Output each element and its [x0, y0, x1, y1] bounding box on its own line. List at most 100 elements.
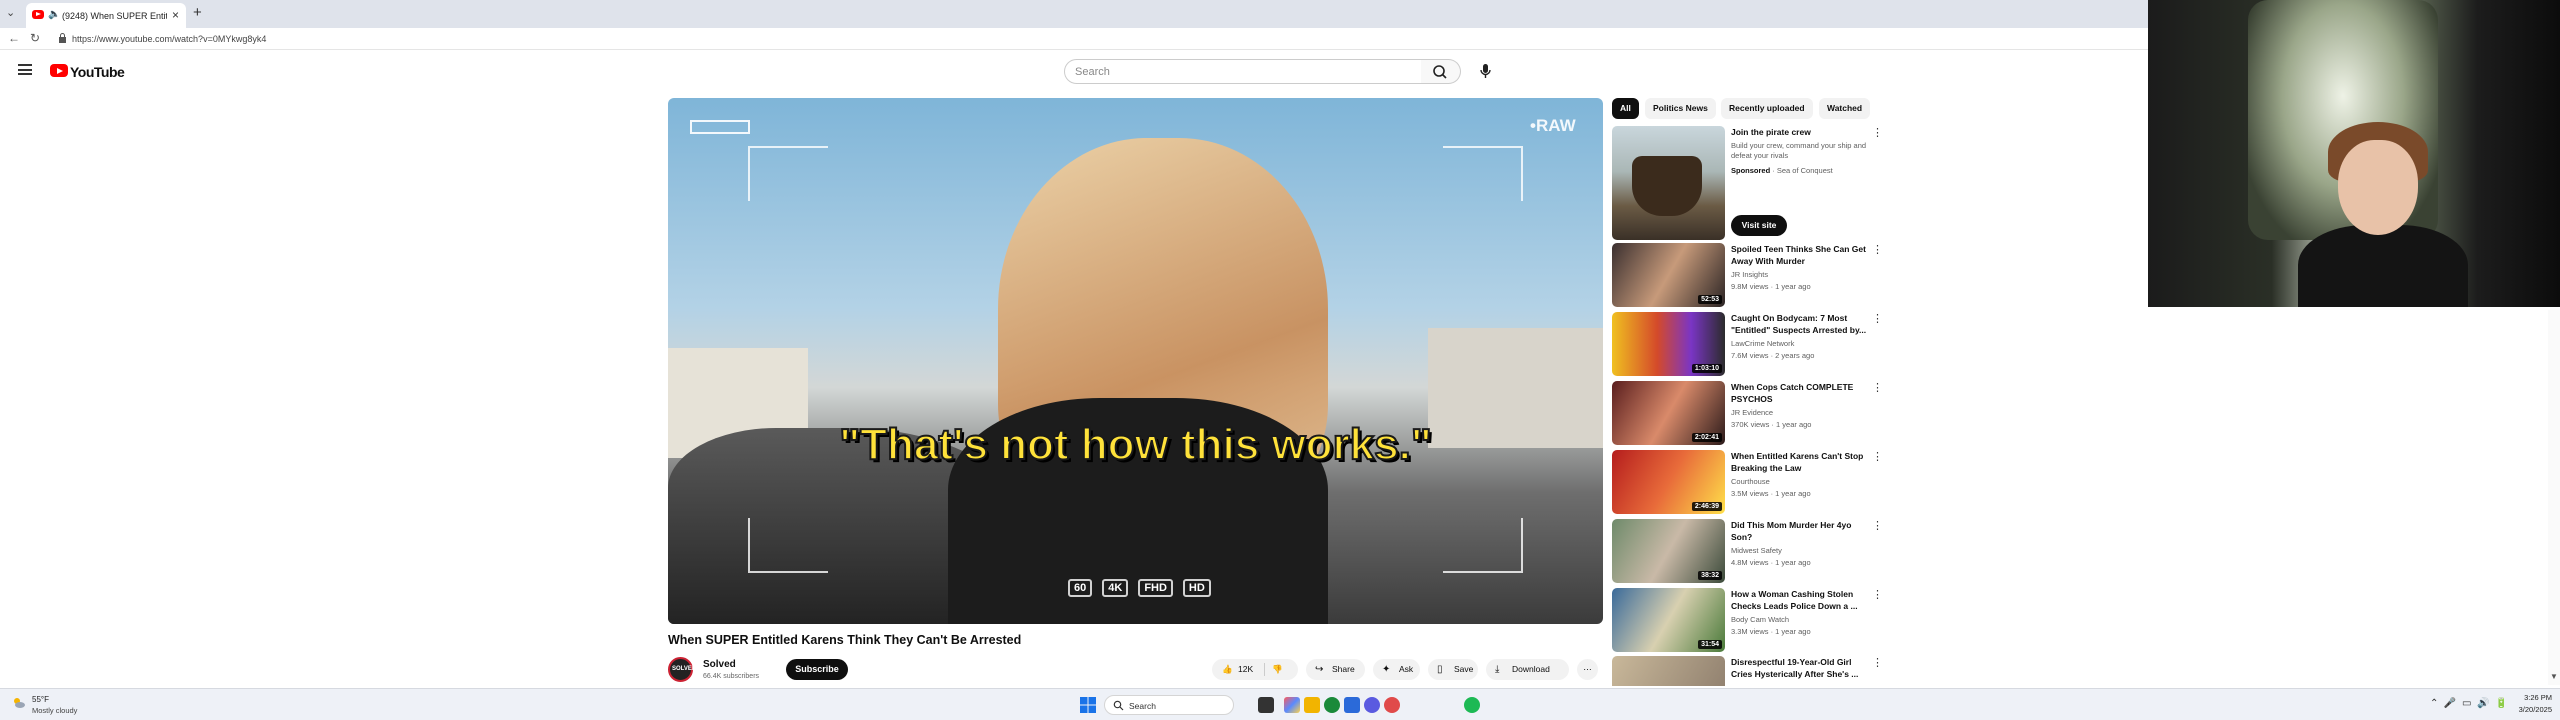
ad-title[interactable]: Join the pirate crew: [1731, 127, 1811, 137]
recommendation-channel[interactable]: JR Insights: [1731, 270, 1768, 279]
speaker-icon[interactable]: 🔈: [48, 9, 60, 20]
raw-overlay-label: •RAW: [1530, 116, 1576, 135]
save-label: Save: [1454, 664, 1474, 674]
ad-ship-image: [1632, 156, 1702, 216]
taskbar-search[interactable]: Search: [1104, 695, 1234, 715]
close-tab-icon[interactable]: ×: [172, 8, 179, 22]
overlay-badge: 4K: [1102, 579, 1129, 597]
system-tray[interactable]: ⌃ 🎤 ▭ 🔊 🔋: [2430, 698, 2507, 709]
recommendation-title[interactable]: When Entitled Karens Can't Stop Breaking…: [1731, 450, 1871, 474]
more-vertical-icon[interactable]: ⋮: [1872, 126, 1883, 139]
file-explorer-icon[interactable]: [1304, 697, 1320, 713]
more-vertical-icon[interactable]: ⋮: [1872, 312, 1883, 325]
chip-recently-uploaded[interactable]: Recently uploaded: [1721, 98, 1813, 119]
like-icon[interactable]: 👍: [1222, 659, 1233, 680]
ask-button[interactable]: ✦ Ask: [1373, 659, 1420, 680]
youtube-favicon-icon: [32, 10, 44, 19]
recommendation-title[interactable]: How a Woman Cashing Stolen Checks Leads …: [1731, 588, 1871, 612]
tab-list-icon[interactable]: ⌄: [6, 6, 15, 19]
search-icon: [1113, 700, 1124, 711]
more-vertical-icon[interactable]: ⋮: [1872, 381, 1883, 394]
recommendation-channel[interactable]: Courthouse: [1731, 477, 1770, 486]
cloud-sun-icon: [14, 698, 25, 708]
url-field[interactable]: https://www.youtube.com/watch?v=0MYkwg8y…: [72, 34, 266, 44]
recommendation-item[interactable]: 1:03:10 Caught On Bodycam: 7 Most "Entit…: [1612, 312, 1883, 378]
chrome-icon[interactable]: [1324, 697, 1340, 713]
clock[interactable]: 3:26 PM 3/20/2025: [2504, 693, 2552, 714]
page-scrollbar[interactable]: [2548, 310, 2560, 685]
share-button[interactable]: ↪ Share: [1306, 659, 1365, 680]
more-vertical-icon[interactable]: ⋮: [1872, 243, 1883, 256]
channel-avatar[interactable]: SOLVED: [668, 657, 697, 682]
more-horizontal-icon: ⋯: [1583, 664, 1592, 674]
recommendation-title[interactable]: When Cops Catch COMPLETE PSYCHOS: [1731, 381, 1871, 405]
more-actions-button[interactable]: ⋯: [1577, 659, 1598, 680]
download-button[interactable]: ⤓ Download: [1486, 659, 1569, 680]
weather-condition: Mostly cloudy: [32, 706, 78, 715]
windows-start-icon[interactable]: [1080, 697, 1096, 713]
recommendation-title[interactable]: Disrespectful 19-Year-Old Girl Cries Hys…: [1731, 656, 1871, 680]
channel-avatar-text: SOLVED: [672, 666, 697, 672]
channel-name[interactable]: Solved: [703, 659, 736, 670]
menu-icon[interactable]: [18, 64, 32, 75]
store-icon[interactable]: [1344, 697, 1360, 713]
chip-all[interactable]: All: [1612, 98, 1639, 119]
reload-icon[interactable]: ↻: [30, 31, 40, 45]
more-vertical-icon[interactable]: ⋮: [1872, 588, 1883, 601]
ad-thumbnail[interactable]: [1612, 126, 1725, 240]
chip-watched[interactable]: Watched: [1819, 98, 1871, 119]
ad-advertiser: Sea of Conquest: [1776, 166, 1833, 175]
like-count[interactable]: 12K: [1238, 659, 1253, 680]
recommendation-meta: 7.6M views · 2 years ago: [1731, 351, 1815, 360]
app-icon[interactable]: [1384, 697, 1400, 713]
visit-site-button[interactable]: Visit site: [1731, 215, 1787, 236]
sponsored-label: Sponsored: [1731, 166, 1771, 175]
more-vertical-icon[interactable]: ⋮: [1872, 656, 1882, 669]
chip-politics-news[interactable]: Politics News: [1645, 98, 1716, 119]
recommendation-thumbnail[interactable]: 2:46:39: [1612, 450, 1725, 514]
sparkle-icon: ✦: [1382, 664, 1391, 675]
video-player[interactable]: •RAW "That's not how this works." 60 4K FH…: [668, 98, 1603, 624]
recommendation-channel[interactable]: Midwest Safety: [1731, 546, 1782, 555]
task-view-icon[interactable]: [1258, 697, 1274, 713]
recommendation-thumbnail[interactable]: 31:54: [1612, 588, 1725, 652]
dislike-icon[interactable]: 👎: [1272, 659, 1283, 680]
new-tab-button[interactable]: +: [193, 4, 202, 21]
recommendation-channel[interactable]: JR Evidence: [1731, 408, 1773, 417]
youtube-logo-text[interactable]: YouTube: [70, 64, 125, 80]
teams-icon[interactable]: [1364, 697, 1380, 713]
more-vertical-icon[interactable]: ⋮: [1872, 450, 1883, 463]
recommendation-title[interactable]: Spoiled Teen Thinks She Can Get Away Wit…: [1731, 243, 1871, 267]
recommendation-item[interactable]: 2:02:41 When Cops Catch COMPLETE PSYCHOS…: [1612, 381, 1883, 447]
recommendation-thumbnail[interactable]: 1:03:10: [1612, 312, 1725, 376]
recommendation-item[interactable]: 31:54 How a Woman Cashing Stolen Checks …: [1612, 588, 1883, 654]
recommendation-thumbnail[interactable]: [1612, 656, 1725, 686]
microphone-icon: [1480, 64, 1491, 78]
webcam-person-face: [2338, 140, 2418, 235]
copilot-icon[interactable]: [1284, 697, 1300, 713]
recommendation-item[interactable]: 38:32 Did This Mom Murder Her 4yo Son? M…: [1612, 519, 1883, 585]
weather-temperature: 55°F: [32, 695, 49, 704]
recommendation-channel[interactable]: Body Cam Watch: [1731, 615, 1789, 624]
recommendation-thumbnail[interactable]: 2:02:41: [1612, 381, 1725, 445]
recommendation-item[interactable]: Disrespectful 19-Year-Old Girl Cries Hys…: [1612, 656, 1882, 686]
voice-search-button[interactable]: [1473, 59, 1498, 84]
browser-tab-active[interactable]: 🔈 (9248) When SUPER Entitled K ×: [26, 3, 186, 28]
youtube-logo-icon[interactable]: [50, 64, 68, 77]
spotify-icon[interactable]: [1464, 697, 1480, 713]
recommendation-item[interactable]: 2:46:39 When Entitled Karens Can't Stop …: [1612, 450, 1883, 516]
search-input[interactable]: Search: [1064, 59, 1422, 84]
recommendation-item[interactable]: 52:53 Spoiled Teen Thinks She Can Get Aw…: [1612, 243, 1883, 309]
recommendation-thumbnail[interactable]: 52:53: [1612, 243, 1725, 307]
save-button[interactable]: ▯ Save: [1428, 659, 1478, 680]
recommendation-title[interactable]: Caught On Bodycam: 7 Most "Entitled" Sus…: [1731, 312, 1871, 336]
recommendation-title[interactable]: Did This Mom Murder Her 4yo Son?: [1731, 519, 1871, 543]
recommendation-channel[interactable]: LawCrime Network: [1731, 339, 1794, 348]
recommendation-thumbnail[interactable]: 38:32: [1612, 519, 1725, 583]
search-button[interactable]: [1421, 59, 1461, 84]
back-icon[interactable]: ←: [8, 31, 20, 45]
more-vertical-icon[interactable]: ⋮: [1872, 519, 1883, 532]
scroll-down-icon[interactable]: ▼: [2550, 672, 2558, 681]
subscribe-button[interactable]: Subscribe: [786, 659, 848, 680]
duration-badge: 38:32: [1698, 571, 1722, 580]
